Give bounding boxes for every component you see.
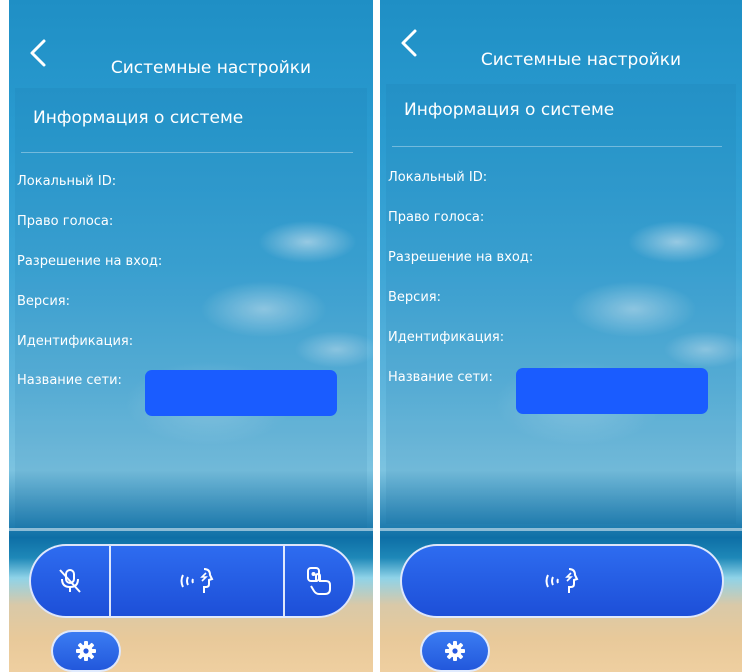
field-network-name: Название сети: — [388, 370, 493, 385]
talk-button[interactable] — [402, 546, 722, 616]
call-bar — [400, 544, 724, 618]
network-name-value — [516, 368, 708, 414]
talk-icon — [180, 568, 214, 593]
field-local-id: Локальный ID: — [17, 174, 117, 189]
back-icon[interactable] — [398, 28, 420, 58]
field-entry-permission: Разрешение на вход: — [17, 254, 163, 269]
field-local-id: Локальный ID: — [388, 170, 488, 185]
divider — [21, 152, 353, 153]
screen-right: Системные настройки Информация о системе… — [380, 0, 742, 672]
field-network-name: Название сети: — [17, 373, 122, 388]
field-version: Версия: — [17, 294, 70, 309]
field-identification: Идентификация: — [17, 334, 134, 349]
field-identification: Идентификация: — [388, 330, 505, 345]
settings-button[interactable] — [420, 630, 490, 672]
unlock-button[interactable] — [285, 546, 353, 616]
horizon — [380, 528, 742, 531]
field-version: Версия: — [388, 290, 441, 305]
gear-icon — [76, 641, 96, 661]
horizon — [9, 528, 373, 531]
talk-icon — [545, 568, 579, 593]
field-voice-right: Право голоса: — [388, 210, 485, 225]
page-title: Системные настройки — [480, 50, 682, 70]
gear-icon — [445, 641, 465, 661]
network-name-value — [145, 370, 337, 416]
field-entry-permission: Разрешение на вход: — [388, 250, 534, 265]
field-voice-right: Право голоса: — [17, 214, 114, 229]
unlock-hand-icon — [307, 567, 331, 595]
back-icon[interactable] — [27, 38, 49, 68]
divider — [392, 146, 722, 147]
talk-button[interactable] — [111, 546, 283, 616]
settings-button[interactable] — [51, 630, 121, 672]
call-bar — [29, 544, 355, 618]
mute-mic-icon — [59, 569, 81, 593]
page-title: Системные настройки — [110, 58, 312, 78]
section-title: Информация о системе — [33, 108, 244, 128]
section-title: Информация о системе — [404, 100, 615, 120]
mute-button[interactable] — [31, 546, 109, 616]
screen-left: Системные настройки Информация о системе… — [9, 0, 373, 672]
